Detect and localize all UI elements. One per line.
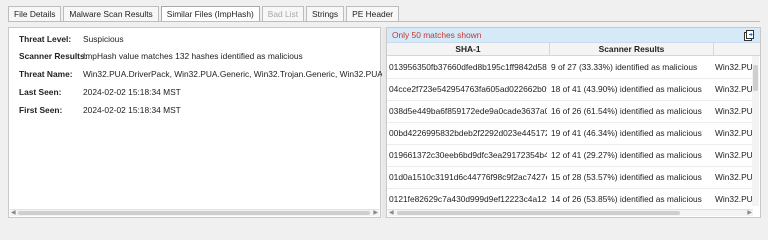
scroll-left-icon[interactable]: ◀ (389, 210, 394, 216)
last-seen-label: Last Seen: (19, 87, 62, 97)
table-row[interactable]: 00bd4226995832bdeb2f2292d023e445172dc067… (387, 122, 755, 145)
results-hscroll-thumb[interactable] (397, 211, 680, 215)
tab-bad-list: Bad List (261, 6, 305, 21)
tab-similar-files-imphash[interactable]: Similar Files (ImpHash) (160, 6, 260, 22)
sha1-cell: 038d5e449ba6f859172ede9a0cade3637a05959b (389, 106, 547, 116)
scanner-results-label: Scanner Results: (19, 51, 88, 61)
tab-file-details[interactable]: File Details (8, 6, 62, 21)
details-horizontal-scrollbar[interactable]: ◀ ▶ (10, 209, 379, 216)
threat-name-cell: Win32.PUA (715, 172, 755, 182)
threat-name-cell: Win32.PUA (715, 62, 755, 72)
results-table-header: SHA-1 Scanner Results (387, 43, 760, 56)
scanner-results-cell: 19 of 41 (46.34%) identified as maliciou… (551, 128, 702, 138)
scanner-results-cell: 14 of 26 (53.85%) identified as maliciou… (551, 194, 702, 204)
threat-name-cell: Win32.PUA (715, 150, 755, 160)
table-row[interactable]: 013956350fb37660dfed8b195c1ff9842d5850be… (387, 56, 755, 79)
threat-level-value: Suspicious (83, 34, 124, 44)
details-panel: Threat Level: Suspicious Scanner Results… (8, 27, 428, 218)
sha1-cell: 01d0a1510c3191d6c44776f98c9f2ac7427e95be (389, 172, 547, 182)
threat-level-row: Threat Level: Suspicious (19, 34, 124, 44)
scanner-results-cell: 16 of 26 (61.54%) identified as maliciou… (551, 106, 702, 116)
first-seen-value: 2024-02-02 15:18:34 MST (83, 105, 181, 115)
table-row[interactable]: 01d0a1510c3191d6c44776f98c9f2ac7427e95be… (387, 166, 755, 189)
sha1-cell: 00bd4226995832bdeb2f2292d023e445172dc067 (389, 128, 547, 138)
tab-divider (8, 21, 760, 22)
matches-notice-bar: Only 50 matches shown (387, 28, 760, 43)
first-seen-label: First Seen: (19, 105, 63, 115)
first-seen-row: First Seen: 2024-02-02 15:18:34 MST (19, 105, 181, 115)
tab-pe-header[interactable]: PE Header (346, 6, 400, 21)
scroll-left-icon[interactable]: ◀ (11, 210, 16, 216)
last-seen-row: Last Seen: 2024-02-02 15:18:34 MST (19, 87, 181, 97)
table-row[interactable]: 038d5e449ba6f859172ede9a0cade3637a05959b… (387, 100, 755, 123)
scanner-results-value: ImpHash value matches 132 hashes identif… (83, 51, 303, 61)
threat-name-cell: Win32.PUA (715, 128, 755, 138)
scanner-results-cell: 12 of 41 (29.27%) identified as maliciou… (551, 150, 702, 160)
threat-name-cell: Win32.PUA (715, 84, 755, 94)
last-seen-value: 2024-02-02 15:18:34 MST (83, 87, 181, 97)
table-row[interactable]: 0121fe82629c7a430d999d9ef12223c4a125bff3… (387, 188, 755, 211)
scanner-results-cell: 9 of 27 (33.33%) identified as malicious (551, 62, 698, 72)
sha1-cell: 019661372c30eeb6bd9dfc3ea29172354b4389e7 (389, 150, 547, 160)
threat-name-value: Win32.PUA.DriverPack, Win32.PUA.Generic,… (83, 69, 429, 79)
results-vertical-scrollbar[interactable] (752, 56, 759, 206)
column-divider[interactable] (713, 43, 714, 55)
export-icon[interactable] (743, 29, 755, 41)
threat-level-label: Threat Level: (19, 34, 72, 44)
scanner-results-cell: 15 of 28 (53.57%) identified as maliciou… (551, 172, 702, 182)
scanner-results-cell: 18 of 41 (43.90%) identified as maliciou… (551, 84, 702, 94)
threat-name-row: Threat Name: Win32.PUA.DriverPack, Win32… (19, 69, 428, 79)
threat-name-label: Threat Name: (19, 69, 73, 79)
sha1-cell: 04cce2f723e542954763fa605ad022662b0925b6 (389, 84, 547, 94)
tab-bar: File Details Malware Scan Results Simila… (8, 6, 401, 22)
table-row[interactable]: 019661372c30eeb6bd9dfc3ea29172354b4389e7… (387, 144, 755, 167)
table-row[interactable]: 04cce2f723e542954763fa605ad022662b0925b6… (387, 78, 755, 101)
scanner-results-row: Scanner Results: ImpHash value matches 1… (19, 51, 303, 61)
sha1-cell: 013956350fb37660dfed8b195c1ff9842d5850be (389, 62, 547, 72)
scroll-right-icon[interactable]: ▶ (373, 210, 378, 216)
threat-name-cell: Win32.PUA (715, 106, 755, 116)
similar-files-panel: Only 50 matches shown SHA-1 Scanner Resu… (386, 27, 761, 218)
details-scroll-thumb[interactable] (18, 211, 370, 215)
results-vscroll-thumb[interactable] (753, 65, 758, 91)
column-header-scanner-results[interactable]: Scanner Results (550, 44, 713, 54)
column-header-sha1[interactable]: SHA-1 (387, 44, 549, 54)
tab-malware-scan-results[interactable]: Malware Scan Results (63, 6, 159, 21)
threat-name-cell: Win32.PUA (715, 194, 755, 204)
scroll-right-icon[interactable]: ▶ (747, 210, 752, 216)
matches-notice: Only 50 matches shown (392, 30, 482, 40)
tab-strings[interactable]: Strings (306, 6, 345, 21)
sha1-cell: 0121fe82629c7a430d999d9ef12223c4a125bff3 (389, 194, 547, 204)
results-horizontal-scrollbar[interactable]: ◀ ▶ (388, 209, 753, 216)
